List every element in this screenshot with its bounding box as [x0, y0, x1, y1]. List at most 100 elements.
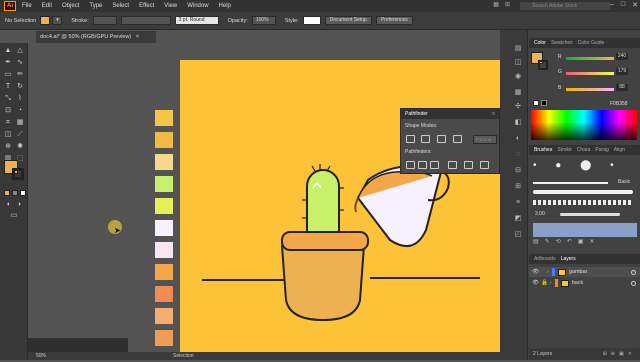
swatch-chip[interactable] — [155, 110, 173, 126]
properties-icon[interactable]: ▤ — [512, 44, 524, 54]
tab-brushes[interactable]: Brushes — [534, 147, 552, 153]
direct-selection-tool-icon[interactable]: △ — [15, 46, 25, 56]
red-slider[interactable]: R 240 — [558, 53, 638, 62]
red-track[interactable] — [566, 57, 614, 60]
minus-back-icon[interactable] — [480, 161, 489, 169]
appearance-icon[interactable]: ◐ — [512, 134, 524, 144]
zoom-level[interactable]: 50% — [36, 353, 46, 359]
swatch-chip[interactable] — [155, 198, 173, 214]
eyedropper-tool-icon[interactable]: ⟋ — [15, 130, 25, 140]
tab-stroke[interactable]: Stroke — [557, 147, 571, 153]
graphic-styles-icon[interactable]: ◧ — [512, 118, 524, 128]
panel-menu-icon[interactable]: ≡ — [492, 109, 495, 119]
symbol-sprayer-tool-icon[interactable]: ✺ — [15, 142, 25, 152]
close-icon[interactable]: ✕ — [632, 1, 638, 9]
blue-slider[interactable]: B 88 — [558, 84, 638, 93]
draw-inside-icon[interactable]: ◑ — [14, 200, 24, 210]
layers-icon[interactable]: ◰ — [512, 230, 524, 240]
fill-dropdown[interactable]: ▾ — [52, 16, 63, 25]
menu-edit[interactable]: Edit — [42, 3, 52, 9]
expand-arrow-icon[interactable]: › — [550, 280, 552, 286]
gradient-fill-icon[interactable] — [12, 190, 18, 196]
tab-color[interactable]: Color — [534, 40, 546, 46]
swatch-chip[interactable] — [155, 220, 173, 236]
default-colors-icon[interactable] — [4, 190, 10, 196]
intersect-icon[interactable] — [437, 135, 446, 143]
tab-character[interactable]: Chara — [577, 147, 591, 153]
stroke-color-box[interactable] — [12, 168, 24, 180]
menu-select[interactable]: Select — [112, 3, 129, 9]
swatch-chip[interactable] — [155, 264, 173, 280]
gradient-tool-icon[interactable]: ◫ — [3, 130, 13, 140]
pattern-brush-swatch[interactable] — [533, 223, 637, 237]
tab-color-guide[interactable]: Color Guide — [578, 40, 605, 46]
layer-row-gambar[interactable]: 👁 › gambar — [529, 267, 640, 277]
curvature-tool-icon[interactable]: ∿ — [15, 58, 25, 68]
layer-name[interactable]: gambar — [569, 269, 588, 275]
tab-paragraph[interactable]: Parag — [595, 147, 608, 153]
target-icon[interactable] — [631, 280, 636, 286]
pencil-tool-icon[interactable]: ✏ — [15, 70, 25, 80]
stroke-icon[interactable]: ≡ — [512, 198, 524, 208]
swatch-chip[interactable] — [155, 132, 173, 148]
target-icon[interactable] — [631, 269, 636, 275]
menu-type[interactable]: Type — [89, 3, 102, 9]
align-icon[interactable]: ⊟ — [512, 166, 524, 176]
menu-effect[interactable]: Effect — [139, 3, 154, 9]
expand-arrow-icon[interactable]: › — [547, 269, 549, 275]
horizontal-scrollbar[interactable] — [28, 338, 128, 352]
menu-file[interactable]: File — [22, 3, 32, 9]
tab-align[interactable]: Align — [614, 147, 625, 153]
outline-icon[interactable] — [464, 161, 473, 169]
minus-front-icon[interactable] — [421, 135, 430, 143]
document-setup-button[interactable]: Document Setup — [324, 16, 372, 25]
crop-icon[interactable] — [448, 161, 457, 169]
color-guide-icon[interactable]: ◉ — [512, 72, 524, 82]
color-stroke-box[interactable] — [538, 60, 548, 70]
menu-view[interactable]: View — [164, 3, 177, 9]
workspace-icon[interactable]: ⊞ — [505, 1, 510, 8]
menu-window[interactable]: Window — [187, 3, 208, 9]
perspective-grid-tool-icon[interactable]: ⌗ — [3, 118, 13, 128]
layer-name[interactable]: back — [572, 280, 584, 286]
visibility-eye-icon[interactable]: 👁 — [532, 269, 539, 275]
blue-value[interactable]: 88 — [616, 84, 628, 91]
green-value[interactable]: 179 — [616, 68, 628, 75]
warp-tool-icon[interactable]: ⌇ — [15, 94, 25, 104]
swatch-chip[interactable] — [155, 308, 173, 324]
preferences-button[interactable]: Preferences — [375, 16, 413, 25]
type-tool-icon[interactable]: T — [3, 82, 13, 92]
scale-tool-icon[interactable]: ⤡ — [3, 94, 13, 104]
layers-footer-icons[interactable]: ⊞⊕▣✕ — [603, 348, 636, 360]
menu-help[interactable]: Help — [219, 3, 231, 9]
free-transform-tool-icon[interactable]: ⊡ — [3, 106, 13, 116]
fill-swatch[interactable] — [40, 16, 51, 25]
white-chip[interactable] — [533, 100, 539, 106]
swatch-chip[interactable] — [155, 242, 173, 258]
trim-icon[interactable] — [418, 161, 427, 169]
green-slider[interactable]: G 179 — [558, 68, 638, 77]
tab-layers[interactable]: Layers — [561, 256, 576, 262]
libraries-icon[interactable]: ◫ — [512, 58, 524, 68]
red-value[interactable]: 240 — [616, 53, 628, 60]
close-tab-icon[interactable]: ✕ — [135, 34, 140, 40]
transparency-icon[interactable]: ◌ — [512, 150, 524, 160]
menu-object[interactable]: Object — [62, 3, 79, 9]
draw-mode-icon[interactable]: ◐ — [4, 200, 14, 210]
none-fill-icon[interactable] — [20, 190, 26, 196]
brush-size-stroke[interactable] — [560, 213, 620, 216]
blue-track[interactable] — [566, 88, 614, 91]
selection-tool-icon[interactable]: ▲ — [3, 46, 13, 56]
swatch-chip[interactable] — [155, 176, 173, 192]
maximize-icon[interactable]: □ — [621, 1, 625, 9]
unite-icon[interactable] — [406, 135, 415, 143]
divide-icon[interactable] — [406, 161, 415, 169]
variable-width-dropdown[interactable] — [120, 16, 171, 25]
minimize-icon[interactable]: – — [610, 1, 614, 9]
tab-artboards[interactable]: Artboards — [534, 256, 556, 262]
lock-icon[interactable]: 🔒 — [541, 280, 548, 286]
tab-swatches[interactable]: Swatches — [551, 40, 573, 46]
stroke-weight-input[interactable] — [92, 16, 117, 25]
swatches-icon[interactable]: ▦ — [512, 88, 524, 98]
swatch-chip[interactable] — [155, 154, 173, 170]
